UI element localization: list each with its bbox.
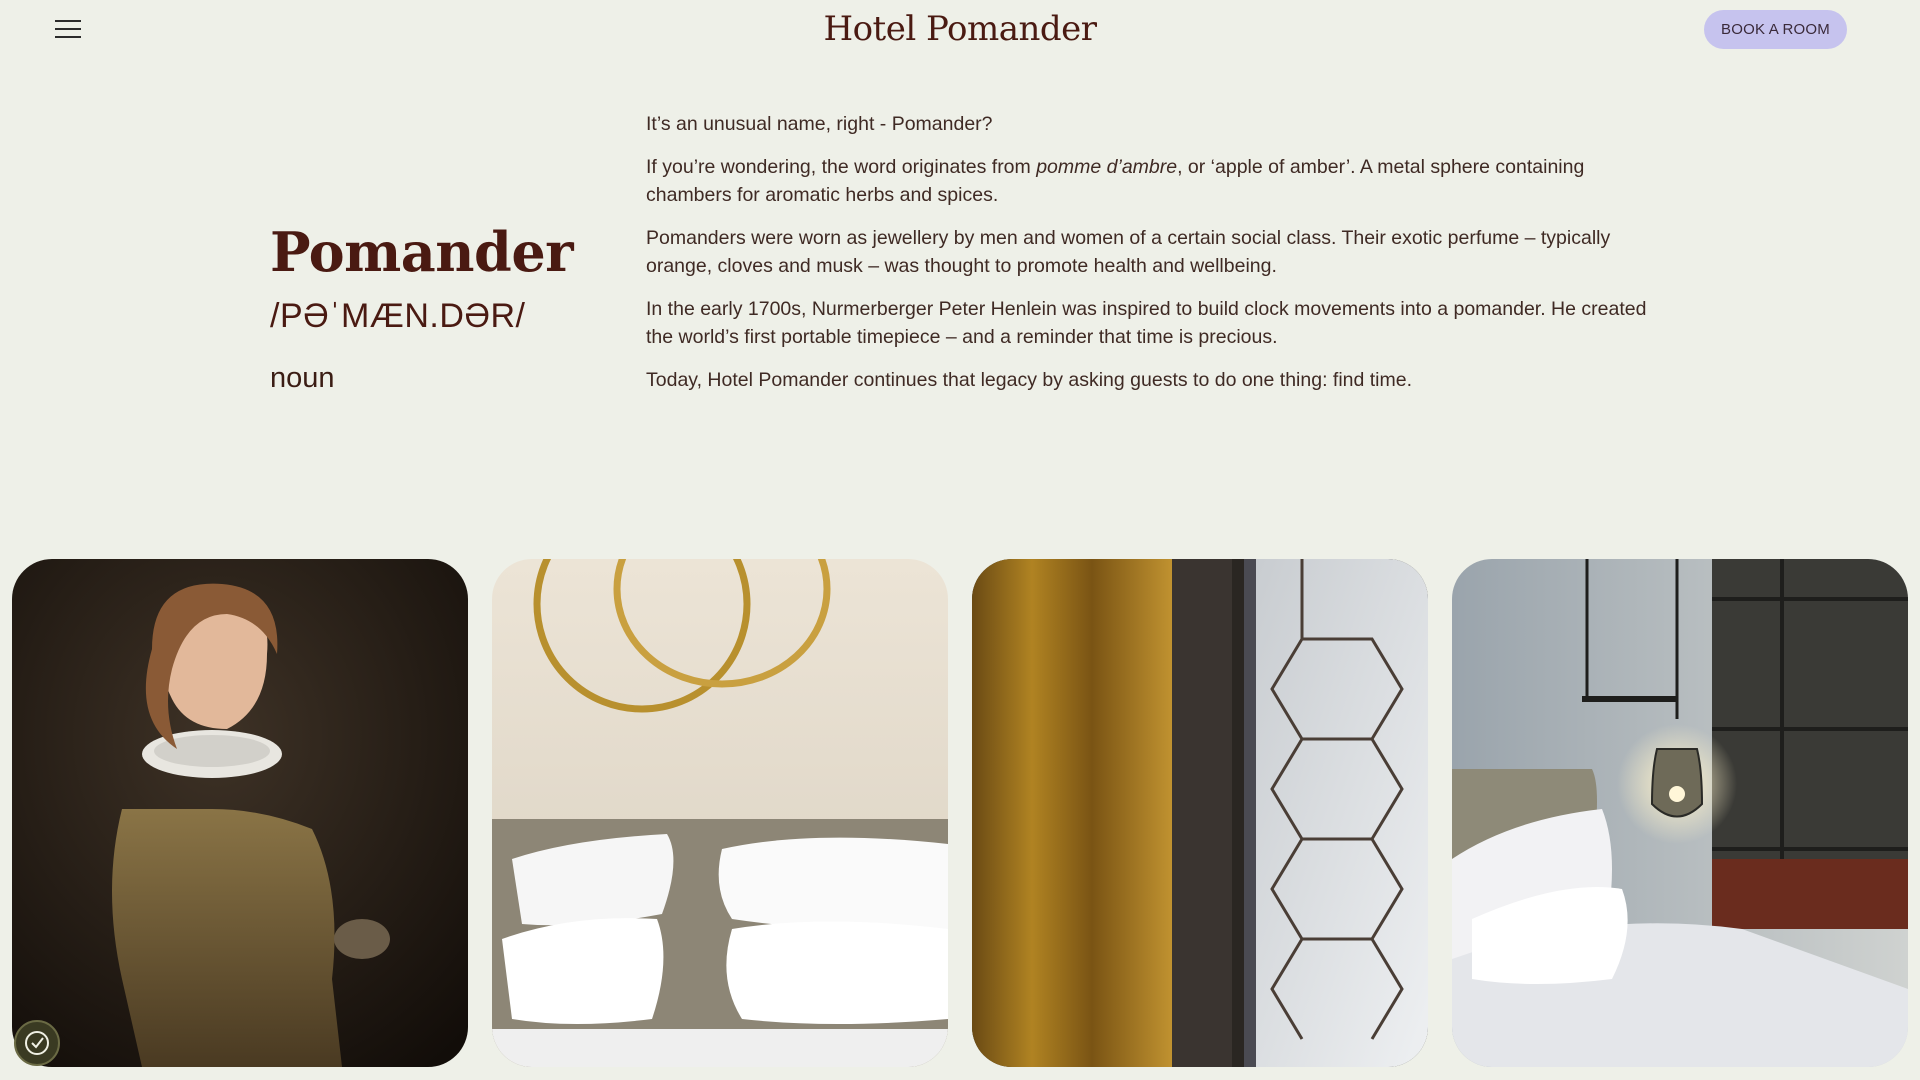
site-header: Hotel Pomander BOOK A ROOM — [0, 0, 1920, 60]
gold-curtain-leaded-window — [972, 559, 1428, 1067]
bedroom-pendant-lamp — [1452, 559, 1908, 1067]
cookie-settings-icon-glyph — [25, 1031, 49, 1055]
intro-paragraph: Today, Hotel Pomander continues that leg… — [646, 369, 1413, 391]
intro-paragraph: It’s an unusual name, right - Pomander? — [646, 113, 993, 135]
cookie-settings-icon[interactable] — [14, 1020, 60, 1066]
intro-paragraph: In the early 1700s, Nurmerberger Peter H… — [646, 298, 1647, 348]
hamburger-menu-icon[interactable] — [48, 16, 88, 42]
book-a-room-button[interactable]: BOOK A ROOM — [1704, 10, 1847, 49]
bed-pillows-brass-mirror — [492, 559, 948, 1067]
definition-phonetic: /PƏˈMÆN.DƏR/ — [270, 297, 526, 335]
portrait-woman-ruff-collar — [12, 559, 468, 1067]
word-definition: Pomander /PƏˈMÆN.DƏR/ noun — [270, 216, 590, 398]
brand-logo[interactable]: Hotel Pomander — [790, 6, 1130, 52]
italic-term: pomme d’ambre — [1036, 156, 1178, 178]
photo-gallery — [12, 559, 1908, 1067]
intro-text: It’s an unusual name, right - Pomander? … — [646, 110, 1656, 409]
definition-part-of-speech: noun — [270, 362, 335, 394]
definition-word: Pomander — [270, 220, 574, 284]
intro-paragraph: If you’re wondering, the word originates… — [646, 156, 1585, 206]
intro-paragraph: Pomanders were worn as jewellery by men … — [646, 227, 1611, 277]
